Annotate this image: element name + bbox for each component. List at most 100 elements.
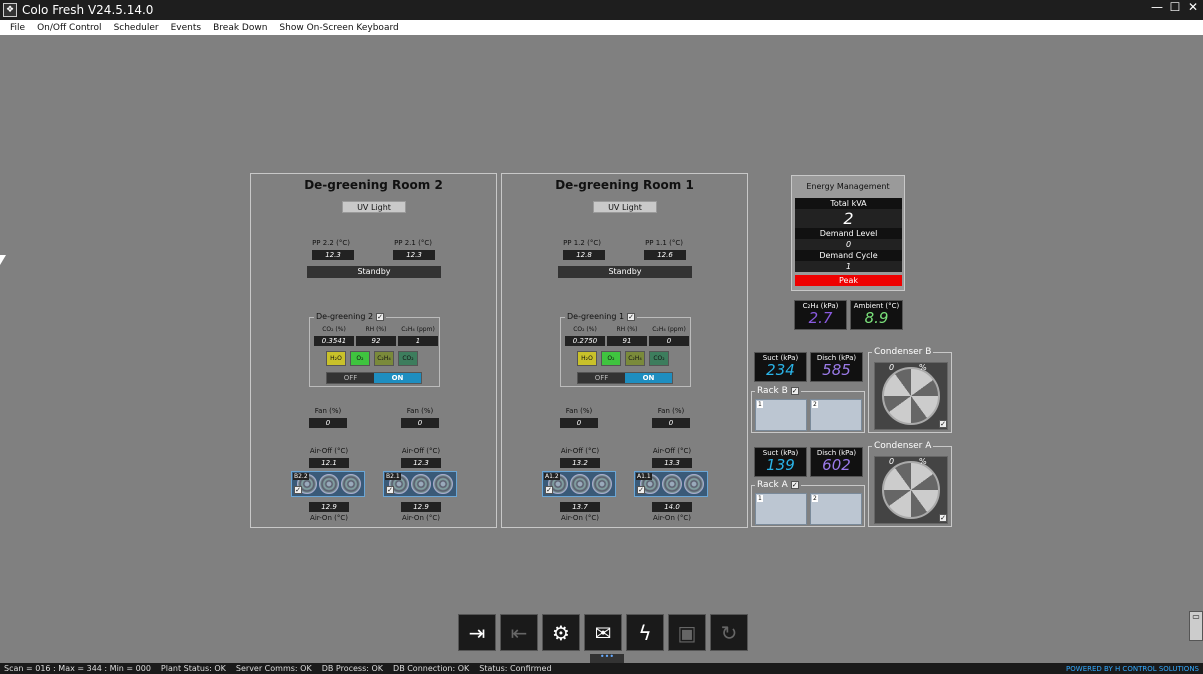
fan-icon — [433, 474, 453, 494]
condenser-a-percent: 0 — [889, 457, 895, 466]
room-panel-2: De-greening Room 2 UV Light PP 2.2 (°C) … — [250, 173, 497, 528]
menu-scheduler[interactable]: Scheduler — [108, 23, 165, 33]
coil-checkbox[interactable]: ✓ — [386, 486, 394, 494]
rack-b-title: Rack B ✓ — [755, 386, 801, 396]
compressor-number: 1 — [757, 495, 763, 502]
condenser-b-title: Condenser B — [872, 347, 934, 357]
degreening-checkbox[interactable]: ✓ — [627, 312, 636, 321]
user-settings-button[interactable]: ⚙ — [542, 614, 580, 651]
rack-b-compressor-1[interactable]: 1 — [755, 399, 807, 431]
refresh-button[interactable]: ↻ — [710, 614, 748, 651]
coil-checkbox[interactable]: ✓ — [294, 486, 302, 494]
db-process-status: DB Process: OK — [321, 664, 384, 673]
mail-button[interactable]: ✉ — [584, 614, 622, 651]
airon-right-value: 12.9 — [401, 502, 441, 512]
water-icon[interactable]: H₂O — [577, 351, 597, 366]
maximize-button[interactable]: ☐ — [1169, 0, 1181, 14]
off-option[interactable]: OFF — [327, 373, 374, 383]
side-panel-tab[interactable]: ▭ — [1189, 611, 1203, 641]
on-off-toggle[interactable]: OFF ON — [326, 372, 422, 384]
fan-right-value: 0 — [652, 418, 690, 428]
user-settings-icon: ⚙ — [552, 620, 570, 645]
pp-left-value: 12.3 — [312, 250, 354, 260]
server-comms-status: Server Comms: OK — [235, 664, 312, 673]
coil-checkbox[interactable]: ✓ — [545, 486, 553, 494]
menu-events[interactable]: Events — [165, 23, 207, 33]
coil-checkbox[interactable]: ✓ — [637, 486, 645, 494]
condenser-fan-icon — [874, 362, 948, 430]
ambient-display: Ambient (°C) 8.9 — [850, 300, 903, 330]
condenser-a-panel: Condenser A 0 % ✓ — [868, 441, 952, 527]
minimize-button[interactable]: — — [1151, 0, 1163, 14]
c2h4-value: 0 — [649, 336, 689, 346]
menu-show-keyboard[interactable]: Show On-Screen Keyboard — [273, 23, 404, 33]
login-button[interactable]: ⇥ — [458, 614, 496, 651]
logout-button[interactable]: ⇤ — [500, 614, 538, 651]
room-status: Standby — [558, 266, 692, 278]
water-icon[interactable]: H₂O — [326, 351, 346, 366]
compressor-number: 1 — [757, 401, 763, 408]
evaporator-coil-right[interactable]: B2.1 ✓ — [383, 471, 457, 497]
powered-by: POWERED BY H CONTROL SOLUTIONS — [1066, 664, 1199, 673]
power-button[interactable]: ϟ — [626, 614, 664, 651]
co2-value: 0.3541 — [314, 336, 354, 346]
toolbar-grip-handle[interactable]: ••• — [590, 653, 624, 663]
sensor-labels: CO₂ (%) RH (%) C₂H₄ (ppm) — [565, 326, 689, 333]
app-logo-icon: ❖ — [3, 3, 17, 17]
pp-right-label: PP 2.1 (°C) — [394, 239, 432, 247]
coil-tag: B2.2 — [293, 473, 309, 480]
ethylene-icon[interactable]: C₂H₄ — [374, 351, 394, 366]
c2h4-value: 1 — [398, 336, 438, 346]
close-button[interactable]: ✕ — [1187, 0, 1199, 14]
room-status: Standby — [307, 266, 441, 278]
uv-light-button[interactable]: UV Light — [342, 201, 406, 213]
oxygen-icon[interactable]: O₂ — [601, 351, 621, 366]
menu-file[interactable]: File — [4, 23, 31, 33]
airon-left-label: Air-On (°C) — [561, 514, 599, 522]
condenser-a-checkbox[interactable]: ✓ — [939, 514, 947, 522]
evaporator-coil-right[interactable]: A1.1 ✓ — [634, 471, 708, 497]
uv-light-button[interactable]: UV Light — [593, 201, 657, 213]
rack-b-compressor-2[interactable]: 2 — [810, 399, 862, 431]
ethylene-icon[interactable]: C₂H₄ — [625, 351, 645, 366]
evaporator-coil-left[interactable]: B2.2 ✓ — [291, 471, 365, 497]
rack-b-checkbox[interactable]: ✓ — [790, 387, 799, 395]
confirm-status: Status: Confirmed — [479, 664, 552, 673]
condenser-a-title: Condenser A — [872, 441, 934, 451]
c2h4-label: C₂H₄ (ppm) — [652, 326, 686, 333]
on-option[interactable]: ON — [374, 373, 421, 383]
compressor-number: 2 — [812, 401, 818, 408]
window-controls: — ☐ ✕ — [1151, 0, 1199, 14]
condenser-fan-icon — [874, 456, 948, 524]
rack-b-suction-value: 234 — [766, 361, 795, 379]
co2-icon[interactable]: CO₂ — [398, 351, 418, 366]
fan-right-label: Fan (%) — [657, 407, 685, 415]
on-option[interactable]: ON — [625, 373, 672, 383]
menu-break-down[interactable]: Break Down — [207, 23, 273, 33]
on-off-toggle[interactable]: OFF ON — [577, 372, 673, 384]
save-button[interactable]: ▣ — [668, 614, 706, 651]
rack-a-compressor-1[interactable]: 1 — [755, 493, 807, 525]
total-kva-label: Total kVA — [795, 198, 902, 209]
rack-b-panel: Rack B ✓ 1 2 — [751, 386, 865, 433]
rack-a-checkbox[interactable]: ✓ — [790, 481, 799, 489]
rack-a-compressor-2[interactable]: 2 — [810, 493, 862, 525]
fan-right-label: Fan (%) — [406, 407, 434, 415]
airoff-left-label: Air-Off (°C) — [309, 447, 349, 455]
degreening-panel: De-greening 2 ✓ CO₂ (%) RH (%) C₂H₄ (ppm)… — [309, 312, 440, 387]
off-option[interactable]: OFF — [578, 373, 625, 383]
c2h4-value: 2.7 — [808, 309, 833, 327]
mouse-cursor-icon — [0, 255, 6, 265]
condenser-b-checkbox[interactable]: ✓ — [939, 420, 947, 428]
evaporator-coil-left[interactable]: A1.2 ✓ — [542, 471, 616, 497]
menu-on-off-control[interactable]: On/Off Control — [31, 23, 108, 33]
oxygen-icon[interactable]: O₂ — [350, 351, 370, 366]
fan-icon — [570, 474, 590, 494]
pp-left-label: PP 2.2 (°C) — [312, 239, 350, 247]
degreening-checkbox[interactable]: ✓ — [376, 312, 385, 321]
fan-left-value: 0 — [560, 418, 598, 428]
ambient-value: 8.9 — [864, 309, 889, 327]
airoff-right-label: Air-Off (°C) — [652, 447, 692, 455]
energy-title: Energy Management — [806, 182, 890, 191]
co2-icon[interactable]: CO₂ — [649, 351, 669, 366]
